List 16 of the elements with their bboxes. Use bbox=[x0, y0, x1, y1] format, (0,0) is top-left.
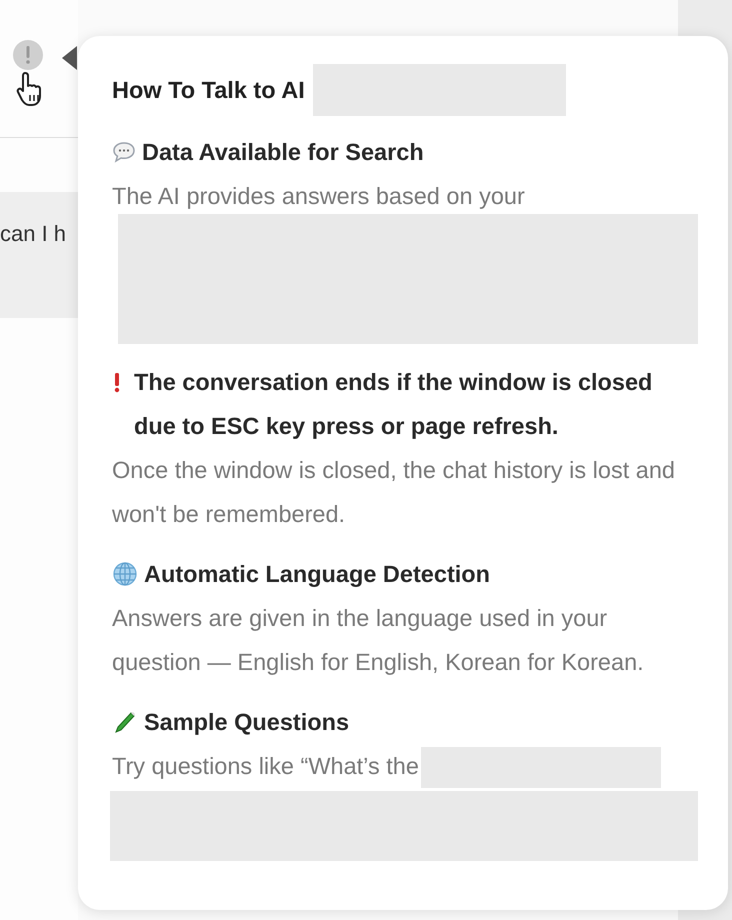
section-text: Try questions like “What’s the bbox=[112, 753, 419, 779]
exclamation-icon bbox=[112, 371, 122, 393]
chat-message: can I h bbox=[0, 192, 78, 318]
popover-arrow bbox=[62, 46, 78, 70]
section-text: The AI provides answers based on your bbox=[112, 183, 525, 209]
section-heading: Automatic Language Detection bbox=[144, 560, 490, 589]
pen-icon bbox=[112, 709, 138, 735]
speech-bubble-icon bbox=[112, 141, 136, 163]
globe-icon bbox=[112, 561, 138, 587]
section-heading: Sample Questions bbox=[144, 708, 350, 737]
section-text: Once the window is closed, the chat history is lost and won't be remembered. bbox=[112, 457, 675, 527]
section-heading: The conversation ends if the window is closed due to ESC key press or page refresh. bbox=[134, 368, 654, 441]
popover-title: How To Talk to AI bbox=[112, 76, 305, 105]
section-text: Answers are given in the language used in your question — English for English, Korean for Korean. bbox=[112, 605, 644, 675]
alert-icon[interactable] bbox=[12, 39, 44, 71]
section-heading: Data Available for Search bbox=[142, 138, 424, 167]
